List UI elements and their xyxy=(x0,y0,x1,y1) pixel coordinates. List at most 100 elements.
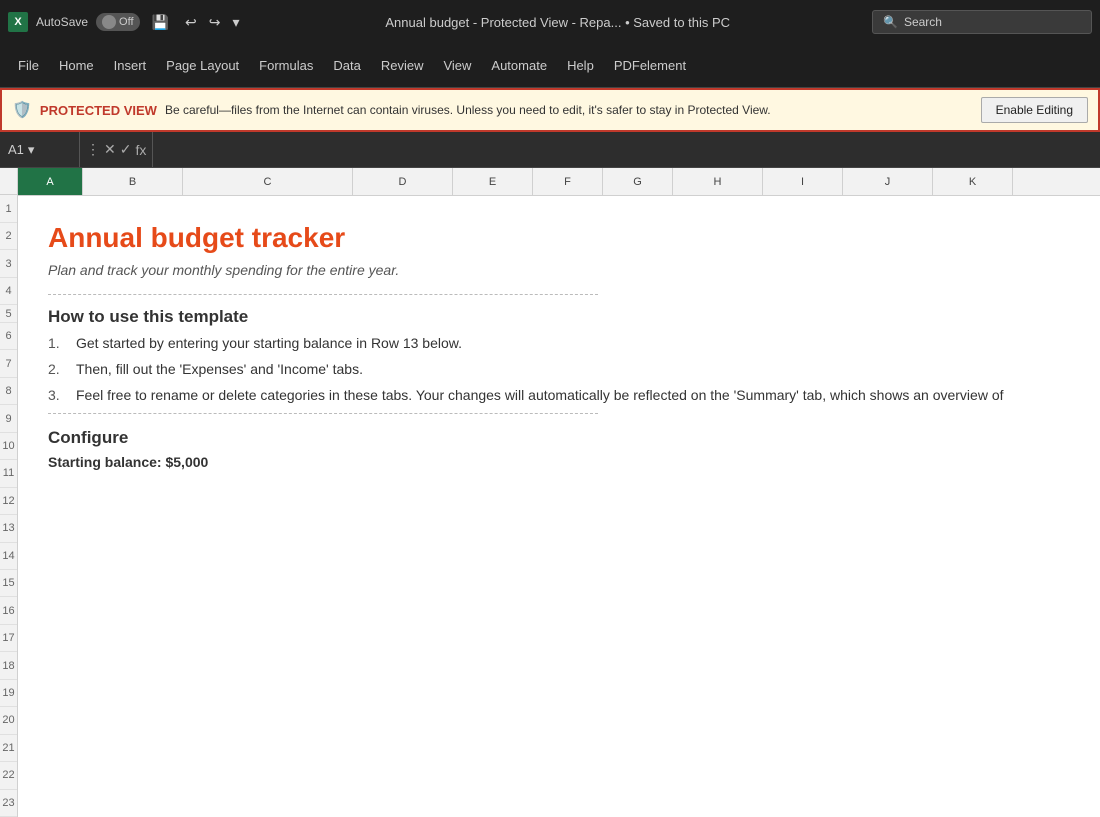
row-numbers-column: 1 2 3 4 5 6 7 8 9 10 11 12 13 14 15 16 1… xyxy=(0,168,18,817)
title-bar-right: 🔍 Search xyxy=(872,10,1092,34)
row-num-14[interactable]: 14 xyxy=(0,543,17,570)
instruction-list: 1. Get started by entering your starting… xyxy=(48,335,1080,403)
kebab-menu-icon[interactable]: ⋮ xyxy=(86,141,100,158)
cancel-icon[interactable]: ✕ xyxy=(104,141,116,158)
row-num-13[interactable]: 13 xyxy=(0,515,17,542)
confirm-icon[interactable]: ✓ xyxy=(120,141,132,158)
row-num-5[interactable]: 5 xyxy=(0,305,17,323)
row-num-1[interactable]: 1 xyxy=(0,195,17,222)
redo-button[interactable]: ↪ xyxy=(205,12,225,33)
toggle-knob xyxy=(102,15,116,29)
menu-file[interactable]: File xyxy=(8,52,49,79)
sheet-body[interactable]: Annual budget tracker Plan and track you… xyxy=(18,196,1100,817)
protected-view-banner: 🛡️ PROTECTED VIEW Be careful—files from … xyxy=(0,88,1100,132)
sheet-content: A B C D E F G H I J K Annual budget trac… xyxy=(18,168,1100,817)
row-num-23[interactable]: 23 xyxy=(0,790,17,817)
row-num-3[interactable]: 3 xyxy=(0,250,17,277)
how-to-title: How to use this template xyxy=(48,307,1080,327)
save-icon[interactable]: 💾 xyxy=(148,12,173,33)
cell-reference-box[interactable]: A1 ▾ xyxy=(0,132,80,167)
instruction-2-text: Then, fill out the 'Expenses' and 'Incom… xyxy=(76,361,363,377)
list-item-2: 2. Then, fill out the 'Expenses' and 'In… xyxy=(48,361,1080,377)
col-header-d[interactable]: D xyxy=(353,168,453,195)
configure-section: Configure Starting balance: $5,000 xyxy=(48,428,1080,470)
col-header-j[interactable]: J xyxy=(843,168,933,195)
list-num-1: 1. xyxy=(48,335,68,351)
content-area: Annual budget tracker Plan and track you… xyxy=(18,196,1100,817)
row-num-15[interactable]: 15 xyxy=(0,570,17,597)
undo-redo-group: ↩ ↪ ▾ xyxy=(181,12,244,33)
row-num-4[interactable]: 4 xyxy=(0,278,17,305)
row-num-17[interactable]: 17 xyxy=(0,625,17,652)
window-title: Annual budget - Protected View - Repa...… xyxy=(251,15,864,30)
spreadsheet-area: 1 2 3 4 5 6 7 8 9 10 11 12 13 14 15 16 1… xyxy=(0,168,1100,817)
search-box[interactable]: 🔍 Search xyxy=(872,10,1092,34)
col-header-k[interactable]: K xyxy=(933,168,1013,195)
col-header-c[interactable]: C xyxy=(183,168,353,195)
instruction-3-text: Feel free to rename or delete categories… xyxy=(76,387,1004,403)
menu-help[interactable]: Help xyxy=(557,52,604,79)
row-num-16[interactable]: 16 xyxy=(0,597,17,624)
instruction-1-text: Get started by entering your starting ba… xyxy=(76,335,462,351)
menu-formulas[interactable]: Formulas xyxy=(249,52,323,79)
starting-balance-label: Starting balance: xyxy=(48,454,162,470)
column-headers: A B C D E F G H I J K xyxy=(18,168,1100,196)
toggle-state: Off xyxy=(119,16,133,28)
quick-access-dropdown[interactable]: ▾ xyxy=(228,12,243,33)
row-num-18[interactable]: 18 xyxy=(0,652,17,679)
row-num-8[interactable]: 8 xyxy=(0,378,17,405)
col-header-e[interactable]: E xyxy=(453,168,533,195)
budget-title: Annual budget tracker xyxy=(48,222,1080,254)
row-num-6[interactable]: 6 xyxy=(0,323,17,350)
divider-2 xyxy=(48,413,598,414)
row-num-12[interactable]: 12 xyxy=(0,488,17,515)
col-header-h[interactable]: H xyxy=(673,168,763,195)
divider-1 xyxy=(48,294,598,295)
protected-view-message: Be careful—files from the Internet can c… xyxy=(165,103,973,117)
row-num-2[interactable]: 2 xyxy=(0,223,17,250)
cell-ref-dropdown[interactable]: ▾ xyxy=(28,142,35,158)
search-placeholder: Search xyxy=(904,15,942,29)
formula-bar: A1 ▾ ⋮ ✕ ✓ fx xyxy=(0,132,1100,168)
formula-controls: ⋮ ✕ ✓ fx xyxy=(80,132,153,167)
cell-ref-value: A1 xyxy=(8,142,24,157)
configure-title: Configure xyxy=(48,428,1080,448)
col-header-g[interactable]: G xyxy=(603,168,673,195)
undo-button[interactable]: ↩ xyxy=(181,12,201,33)
enable-editing-button[interactable]: Enable Editing xyxy=(981,97,1088,123)
starting-balance: Starting balance: $5,000 xyxy=(48,454,1080,470)
row-num-20[interactable]: 20 xyxy=(0,707,17,734)
excel-logo: X xyxy=(8,12,28,32)
row-num-19[interactable]: 19 xyxy=(0,680,17,707)
budget-subtitle: Plan and track your monthly spending for… xyxy=(48,262,1080,278)
row-num-7[interactable]: 7 xyxy=(0,350,17,377)
starting-balance-value: $5,000 xyxy=(165,454,208,470)
col-header-i[interactable]: I xyxy=(763,168,843,195)
autosave-toggle[interactable]: Off xyxy=(96,13,139,31)
col-header-b[interactable]: B xyxy=(83,168,183,195)
menu-automate[interactable]: Automate xyxy=(481,52,557,79)
autosave-label: AutoSave xyxy=(36,15,88,29)
menu-home[interactable]: Home xyxy=(49,52,104,79)
menu-review[interactable]: Review xyxy=(371,52,434,79)
menu-bar: File Home Insert Page Layout Formulas Da… xyxy=(0,44,1100,88)
col-header-f[interactable]: F xyxy=(533,168,603,195)
row-num-9[interactable]: 9 xyxy=(0,405,17,432)
shield-icon: 🛡️ xyxy=(12,100,32,120)
menu-insert[interactable]: Insert xyxy=(104,52,157,79)
fx-icon[interactable]: fx xyxy=(135,142,146,158)
row-num-22[interactable]: 22 xyxy=(0,762,17,789)
menu-page-layout[interactable]: Page Layout xyxy=(156,52,249,79)
col-header-a[interactable]: A xyxy=(18,168,83,195)
menu-view[interactable]: View xyxy=(433,52,481,79)
row-num-21[interactable]: 21 xyxy=(0,735,17,762)
protected-view-label: PROTECTED VIEW xyxy=(40,103,157,118)
search-icon: 🔍 xyxy=(883,15,898,29)
menu-pdfelement[interactable]: PDFelement xyxy=(604,52,696,79)
row-num-10[interactable]: 10 xyxy=(0,433,17,460)
row-num-11[interactable]: 11 xyxy=(0,460,17,487)
list-item-1: 1. Get started by entering your starting… xyxy=(48,335,1080,351)
list-num-3: 3. xyxy=(48,387,68,403)
menu-data[interactable]: Data xyxy=(323,52,370,79)
list-item-3: 3. Feel free to rename or delete categor… xyxy=(48,387,1080,403)
